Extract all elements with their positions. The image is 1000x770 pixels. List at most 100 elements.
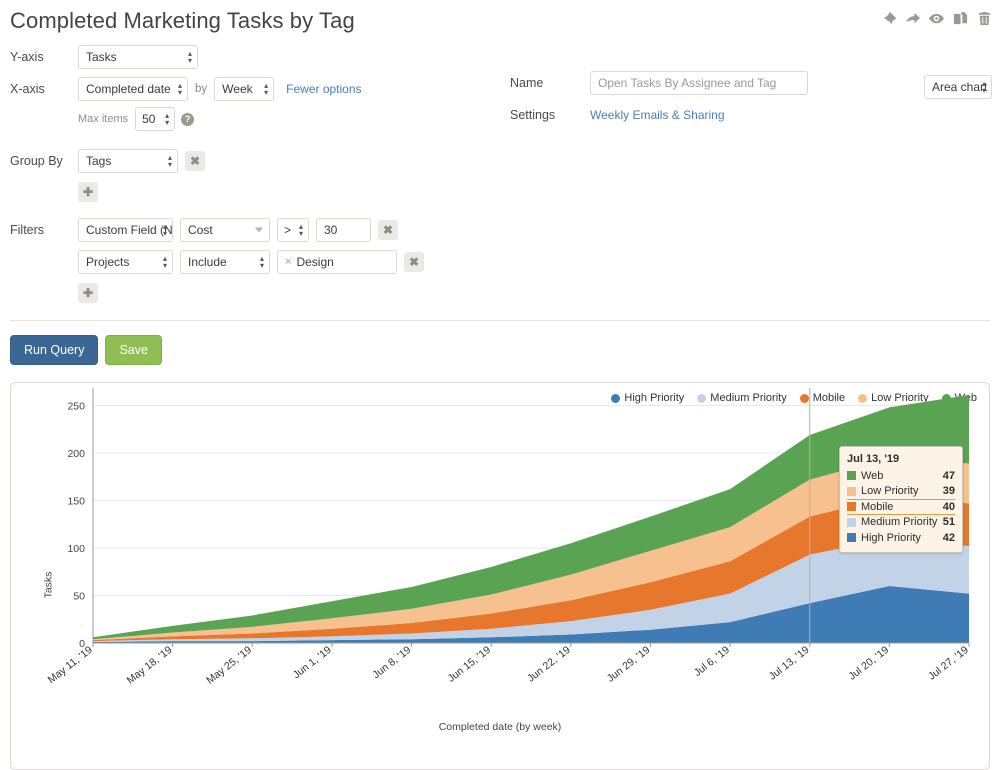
group-by-row: Group By Tags ▴▾ ✖: [0, 148, 1000, 174]
area-chart-svg: 050100150200250May 11, '19May 18, '19May…: [11, 383, 989, 769]
tooltip-swatch: [847, 487, 856, 496]
tooltip-series-value: 42: [943, 532, 955, 544]
query-builder-form: Y-axis Tasks ▴▾ X-axis Completed date ▴▾…: [0, 34, 1000, 306]
tooltip-row: High Priority42: [847, 530, 955, 546]
remove-filter-button-1[interactable]: ✖: [378, 220, 398, 240]
help-icon[interactable]: ?: [181, 113, 194, 126]
spinner-icon: ▴▾: [163, 223, 167, 237]
chart-tooltip: Jul 13, '19 Web47Low Priority39Mobile40M…: [839, 446, 963, 553]
tooltip-series-value: 40: [943, 501, 955, 513]
tooltip-series-value: 39: [943, 485, 955, 497]
fewer-options-link[interactable]: Fewer options: [286, 82, 361, 96]
tooltip-row: Mobile40: [847, 499, 955, 515]
tooltip-rows: Web47Low Priority39Mobile40Medium Priori…: [847, 468, 955, 546]
remove-group-by-button[interactable]: ✖: [185, 151, 205, 171]
name-row: Name: [510, 70, 808, 96]
x-axis-interval-select[interactable]: Week ▴▾: [214, 77, 274, 101]
filter-token-label: Design: [296, 255, 333, 269]
spinner-icon: ▴▾: [165, 112, 169, 126]
group-by-label: Group By: [0, 154, 78, 168]
x-tick-label: May 18, '19: [125, 644, 175, 687]
filter-operator-value: >: [284, 223, 291, 237]
x-tick-label: Jun 1, '19: [291, 644, 334, 681]
chart-type-value: Area chart: [932, 80, 987, 94]
y-tick-label: 100: [67, 543, 85, 555]
spinner-icon: ▴▾: [260, 255, 264, 269]
filter-subject-select[interactable]: Cost: [180, 218, 270, 242]
chart-panel: High PriorityMedium PriorityMobileLow Pr…: [10, 382, 990, 770]
y-axis-value: Tasks: [86, 50, 117, 64]
tooltip-series-value: 51: [943, 516, 955, 528]
tooltip-series-name: Web: [861, 470, 943, 482]
add-group-by-button[interactable]: ✚: [78, 182, 98, 202]
filters-label: Filters: [0, 223, 78, 237]
x-axis-select[interactable]: Completed date ▴▾: [78, 77, 188, 101]
tooltip-swatch: [847, 471, 856, 480]
weekly-emails-sharing-link[interactable]: Weekly Emails & Sharing: [590, 108, 725, 122]
chart-type-select[interactable]: Area chart ▴▾: [924, 75, 992, 99]
filter-token-field[interactable]: × Design: [277, 250, 397, 274]
filter-row-2: Projects ▴▾ Include ▴▾ × Design ✖: [0, 249, 1000, 275]
remove-filter-button-2[interactable]: ✖: [404, 252, 424, 272]
share-arrow-icon[interactable]: [905, 11, 920, 26]
filter-field-value: Custom Field (N: [86, 223, 173, 237]
max-items-select[interactable]: 50 ▴▾: [135, 107, 175, 131]
add-filter-button[interactable]: ✚: [78, 283, 98, 303]
add-group-by-row: ✚: [0, 179, 1000, 205]
action-buttons: Run Query Save: [0, 321, 1000, 365]
x-axis-by-label: by: [195, 83, 207, 95]
header-icon-group: [881, 11, 992, 26]
y-axis-select[interactable]: Tasks ▴▾: [78, 45, 198, 69]
filter-row-1: Filters Custom Field (N ▴▾ Cost > ▴▾ ✖: [0, 217, 1000, 243]
filter-field-select[interactable]: Custom Field (N ▴▾: [78, 218, 173, 242]
group-by-select[interactable]: Tags ▴▾: [78, 149, 178, 173]
pin-icon[interactable]: [881, 11, 896, 26]
run-query-button[interactable]: Run Query: [10, 335, 98, 365]
tooltip-series-name: High Priority: [861, 532, 943, 544]
y-tick-label: 150: [67, 496, 85, 508]
meta-column: Name Settings Weekly Emails & Sharing: [510, 70, 808, 134]
tooltip-row: Web47: [847, 468, 955, 484]
x-axis-title: Completed date (by week): [11, 721, 989, 733]
tooltip-series-name: Mobile: [861, 501, 943, 513]
y-axis-title: Tasks: [42, 572, 54, 599]
max-items-row: Max items 50 ▴▾ ?: [0, 106, 1000, 132]
tooltip-swatch: [847, 502, 856, 511]
save-button[interactable]: Save: [105, 335, 162, 365]
page-title: Completed Marketing Tasks by Tag: [0, 0, 1000, 34]
name-label: Name: [510, 76, 590, 90]
filter-subject-value: Cost: [188, 223, 213, 237]
filter-field-select-2[interactable]: Projects ▴▾: [78, 250, 173, 274]
max-items-value: 50: [142, 112, 155, 126]
x-axis-value: Completed date: [86, 82, 171, 96]
trash-icon[interactable]: [977, 11, 992, 26]
x-tick-label: May 25, '19: [204, 644, 254, 687]
tooltip-swatch: [847, 518, 856, 527]
filter-value-input[interactable]: [316, 218, 371, 242]
x-tick-label: Jul 6, '19: [692, 644, 732, 679]
report-name-input[interactable]: [590, 71, 808, 95]
y-axis-label: Y-axis: [0, 50, 78, 64]
max-items-label: Max items: [78, 113, 128, 125]
spinner-icon: ▴▾: [168, 154, 172, 168]
eye-icon[interactable]: [929, 11, 944, 26]
tooltip-row: Low Priority39: [847, 484, 955, 500]
x-tick-label: May 11, '19: [46, 644, 95, 686]
y-tick-label: 50: [73, 591, 85, 603]
duplicate-icon[interactable]: [953, 11, 968, 26]
remove-token-icon[interactable]: ×: [285, 256, 291, 268]
tooltip-date: Jul 13, '19: [847, 453, 955, 465]
y-tick-label: 200: [67, 448, 85, 460]
x-tick-label: Jun 8, '19: [370, 644, 413, 681]
tooltip-series-name: Medium Priority: [861, 516, 943, 528]
y-axis-row: Y-axis Tasks ▴▾: [0, 44, 1000, 70]
filter-operator-select[interactable]: > ▴▾: [277, 218, 309, 242]
plot-area: 050100150200250May 11, '19May 18, '19May…: [11, 383, 989, 769]
spinner-icon: ▴▾: [163, 255, 167, 269]
tooltip-row: Medium Priority51: [847, 515, 955, 531]
tooltip-swatch: [847, 533, 856, 542]
tooltip-series-name: Low Priority: [861, 485, 943, 497]
filter-mode-select[interactable]: Include ▴▾: [180, 250, 270, 274]
spinner-icon: ▴▾: [188, 50, 192, 64]
chevron-down-icon: [255, 228, 263, 233]
